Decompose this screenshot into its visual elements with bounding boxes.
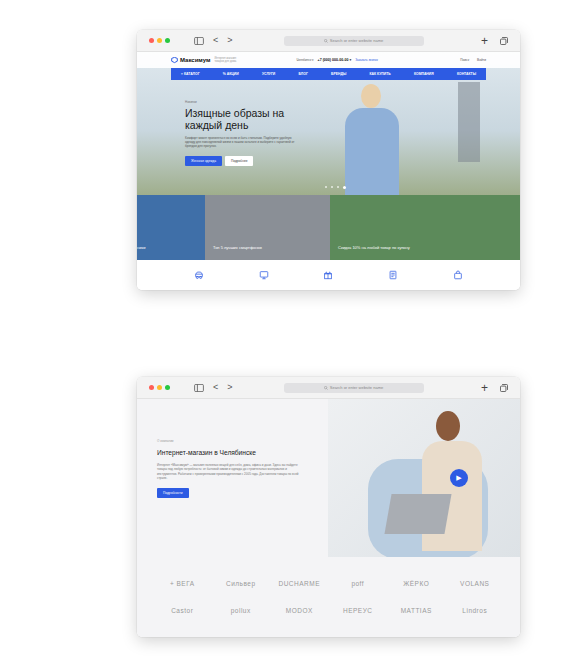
brand-logo[interactable]: poff	[329, 580, 388, 587]
menu-item[interactable]: БРЕНДЫ	[331, 72, 346, 76]
callback-link[interactable]: Заказать звонок	[355, 58, 377, 62]
about-eyebrow: О компании	[157, 439, 310, 443]
hero-title: Изящные образы на каждый день	[185, 107, 295, 131]
video-preview: ▶	[328, 399, 520, 557]
address-placeholder: Search or enter website name	[330, 38, 383, 43]
details-button[interactable]: Подробности	[157, 488, 189, 498]
phone[interactable]: +7 (000) 000-00-00 ▾	[318, 58, 352, 62]
banners: ники Топ 5 лучших смартфонов Скидка 10% на…	[137, 195, 520, 260]
login-link[interactable]: Войти	[477, 58, 486, 62]
hero-photo	[337, 80, 407, 195]
window-control-dot[interactable]	[149, 38, 154, 43]
window-control-dot[interactable]	[157, 385, 162, 390]
site-header: Максимум Интернет-магазин товаров для до…	[137, 52, 520, 68]
window-controls	[149, 38, 170, 43]
window-control-dot[interactable]	[149, 385, 154, 390]
window-control-dot[interactable]	[165, 385, 170, 390]
browser-window: < > Search or enter website name + Макси…	[137, 30, 520, 290]
menu-item[interactable]: % АКЦИИ	[223, 72, 239, 76]
banner-caption: Скидка 10% на любой товар по купону	[338, 245, 410, 250]
window-control-dot[interactable]	[157, 38, 162, 43]
about-text: О компании Интернет-магазин в Челябинске…	[137, 399, 328, 557]
banner-card[interactable]: Скидка 10% на любой товар по купону	[330, 195, 520, 260]
brand-logo[interactable]: Сильвер	[212, 580, 271, 587]
tabs-overview-icon[interactable]	[500, 384, 508, 392]
slider-dot[interactable]	[343, 186, 346, 189]
search-icon	[324, 39, 328, 43]
hero-button[interactable]: Подробнее	[225, 156, 254, 166]
address-bar[interactable]: Search or enter website name	[284, 383, 424, 393]
page: < > Search or enter website name + Макси…	[0, 0, 561, 663]
play-button[interactable]: ▶	[450, 469, 468, 487]
header-actions: Поиск Войти	[460, 58, 486, 62]
about-section: О компании Интернет-магазин в Челябинске…	[137, 399, 520, 557]
gift-icon[interactable]	[323, 270, 333, 280]
about-description: Интернет «Максимум» — магазин полезных в…	[157, 463, 307, 480]
brand-logo[interactable]: MATTIAS	[387, 607, 446, 614]
tabs-overview-icon[interactable]	[500, 37, 508, 45]
back-button[interactable]: <	[213, 383, 218, 392]
window-control-dot[interactable]	[165, 38, 170, 43]
browser-toolbar: < > Search or enter website name +	[137, 30, 520, 52]
back-button[interactable]: <	[213, 36, 218, 45]
brand-logo[interactable]: DUCHARME	[270, 580, 329, 587]
slider-dot[interactable]	[325, 186, 327, 188]
sidebar-icon[interactable]	[194, 384, 204, 392]
logo[interactable]: Максимум Интернет-магазин товаров для до…	[171, 57, 242, 64]
brand-logo[interactable]: VOLANS	[446, 580, 505, 587]
banner-card[interactable]: Топ 5 лучших смартфонов	[205, 195, 330, 260]
banner-caption: ники	[137, 245, 145, 250]
menu-item[interactable]: КОНТАКТЫ	[457, 72, 476, 76]
hero-buttons: Женская одеждаПодробнее	[185, 156, 345, 166]
new-tab-button[interactable]: +	[481, 35, 488, 47]
hero-description: Комфорт может проявляться во всем и быть…	[185, 136, 295, 148]
logo-text: Максимум	[180, 57, 210, 63]
hero-section: Максимум Интернет-магазин товаров для до…	[137, 52, 520, 195]
main-menu: ≡ КАТАЛОГ % АКЦИИ УСЛУГИ БЛОГ БРЕНДЫ КАК КУПИ…	[171, 68, 486, 80]
brand-logo[interactable]: + ВЕГА	[153, 580, 212, 587]
hero-button[interactable]: Женская одежда	[185, 156, 222, 166]
hero-eyebrow: Новинки	[185, 100, 345, 104]
brands-grid: + ВЕГАСильверDUCHARMEpoffЖЁРКОVOLANS Cast…	[137, 557, 520, 637]
slider-dot[interactable]	[331, 186, 333, 188]
tagline: Интернет-магазин товаров для дома	[214, 57, 242, 63]
address-bar[interactable]: Search or enter website name	[284, 36, 424, 46]
window-controls	[149, 385, 170, 390]
search-icon	[324, 386, 328, 390]
forward-button[interactable]: >	[227, 383, 232, 392]
brand-logo[interactable]: Castor	[153, 607, 212, 614]
slider-dot[interactable]	[337, 186, 339, 188]
city-select[interactable]: Челябинск ▾	[296, 58, 313, 62]
browser-toolbar: < > Search or enter website name +	[137, 377, 520, 399]
features-row	[137, 260, 520, 290]
forward-button[interactable]: >	[227, 36, 232, 45]
menu-item[interactable]: КОМПАНИЯ	[414, 72, 434, 76]
menu-item[interactable]: ≡ КАТАЛОГ	[181, 72, 200, 76]
menu-item[interactable]: КАК КУПИТЬ	[370, 72, 391, 76]
brand-logo[interactable]: ЖЁРКО	[387, 580, 446, 587]
search-link[interactable]: Поиск	[460, 58, 469, 62]
banner-card[interactable]: ники	[137, 195, 205, 260]
brand-logo[interactable]: MODOX	[270, 607, 329, 614]
document-icon[interactable]	[388, 270, 398, 280]
menu-item[interactable]: БЛОГ	[299, 72, 308, 76]
hero-content: Новинки Изящные образы на каждый день Ко…	[137, 80, 345, 166]
address-placeholder: Search or enter website name	[330, 385, 383, 390]
contacts: Челябинск ▾ +7 (000) 000-00-00 ▾ Заказат…	[296, 58, 377, 62]
banner-caption: Топ 5 лучших смартфонов	[213, 245, 262, 250]
brand-logo[interactable]: НЕРЕУС	[329, 607, 388, 614]
new-tab-button[interactable]: +	[481, 382, 488, 394]
monitor-icon[interactable]	[259, 270, 269, 280]
shopping-bag-icon[interactable]	[453, 270, 463, 280]
menu-item[interactable]: УСЛУГИ	[262, 72, 275, 76]
slider-dots	[137, 186, 520, 189]
logo-icon	[171, 57, 178, 64]
about-title: Интернет-магазин в Челябинске	[157, 449, 310, 457]
delivery-car-icon[interactable]	[194, 270, 204, 280]
brand-logo[interactable]: Lindros	[446, 607, 505, 614]
brand-logo[interactable]: pollux	[212, 607, 271, 614]
browser-window: < > Search or enter website name + О ком…	[137, 377, 520, 637]
hero-background-photo	[458, 82, 480, 162]
sidebar-icon[interactable]	[194, 37, 204, 45]
